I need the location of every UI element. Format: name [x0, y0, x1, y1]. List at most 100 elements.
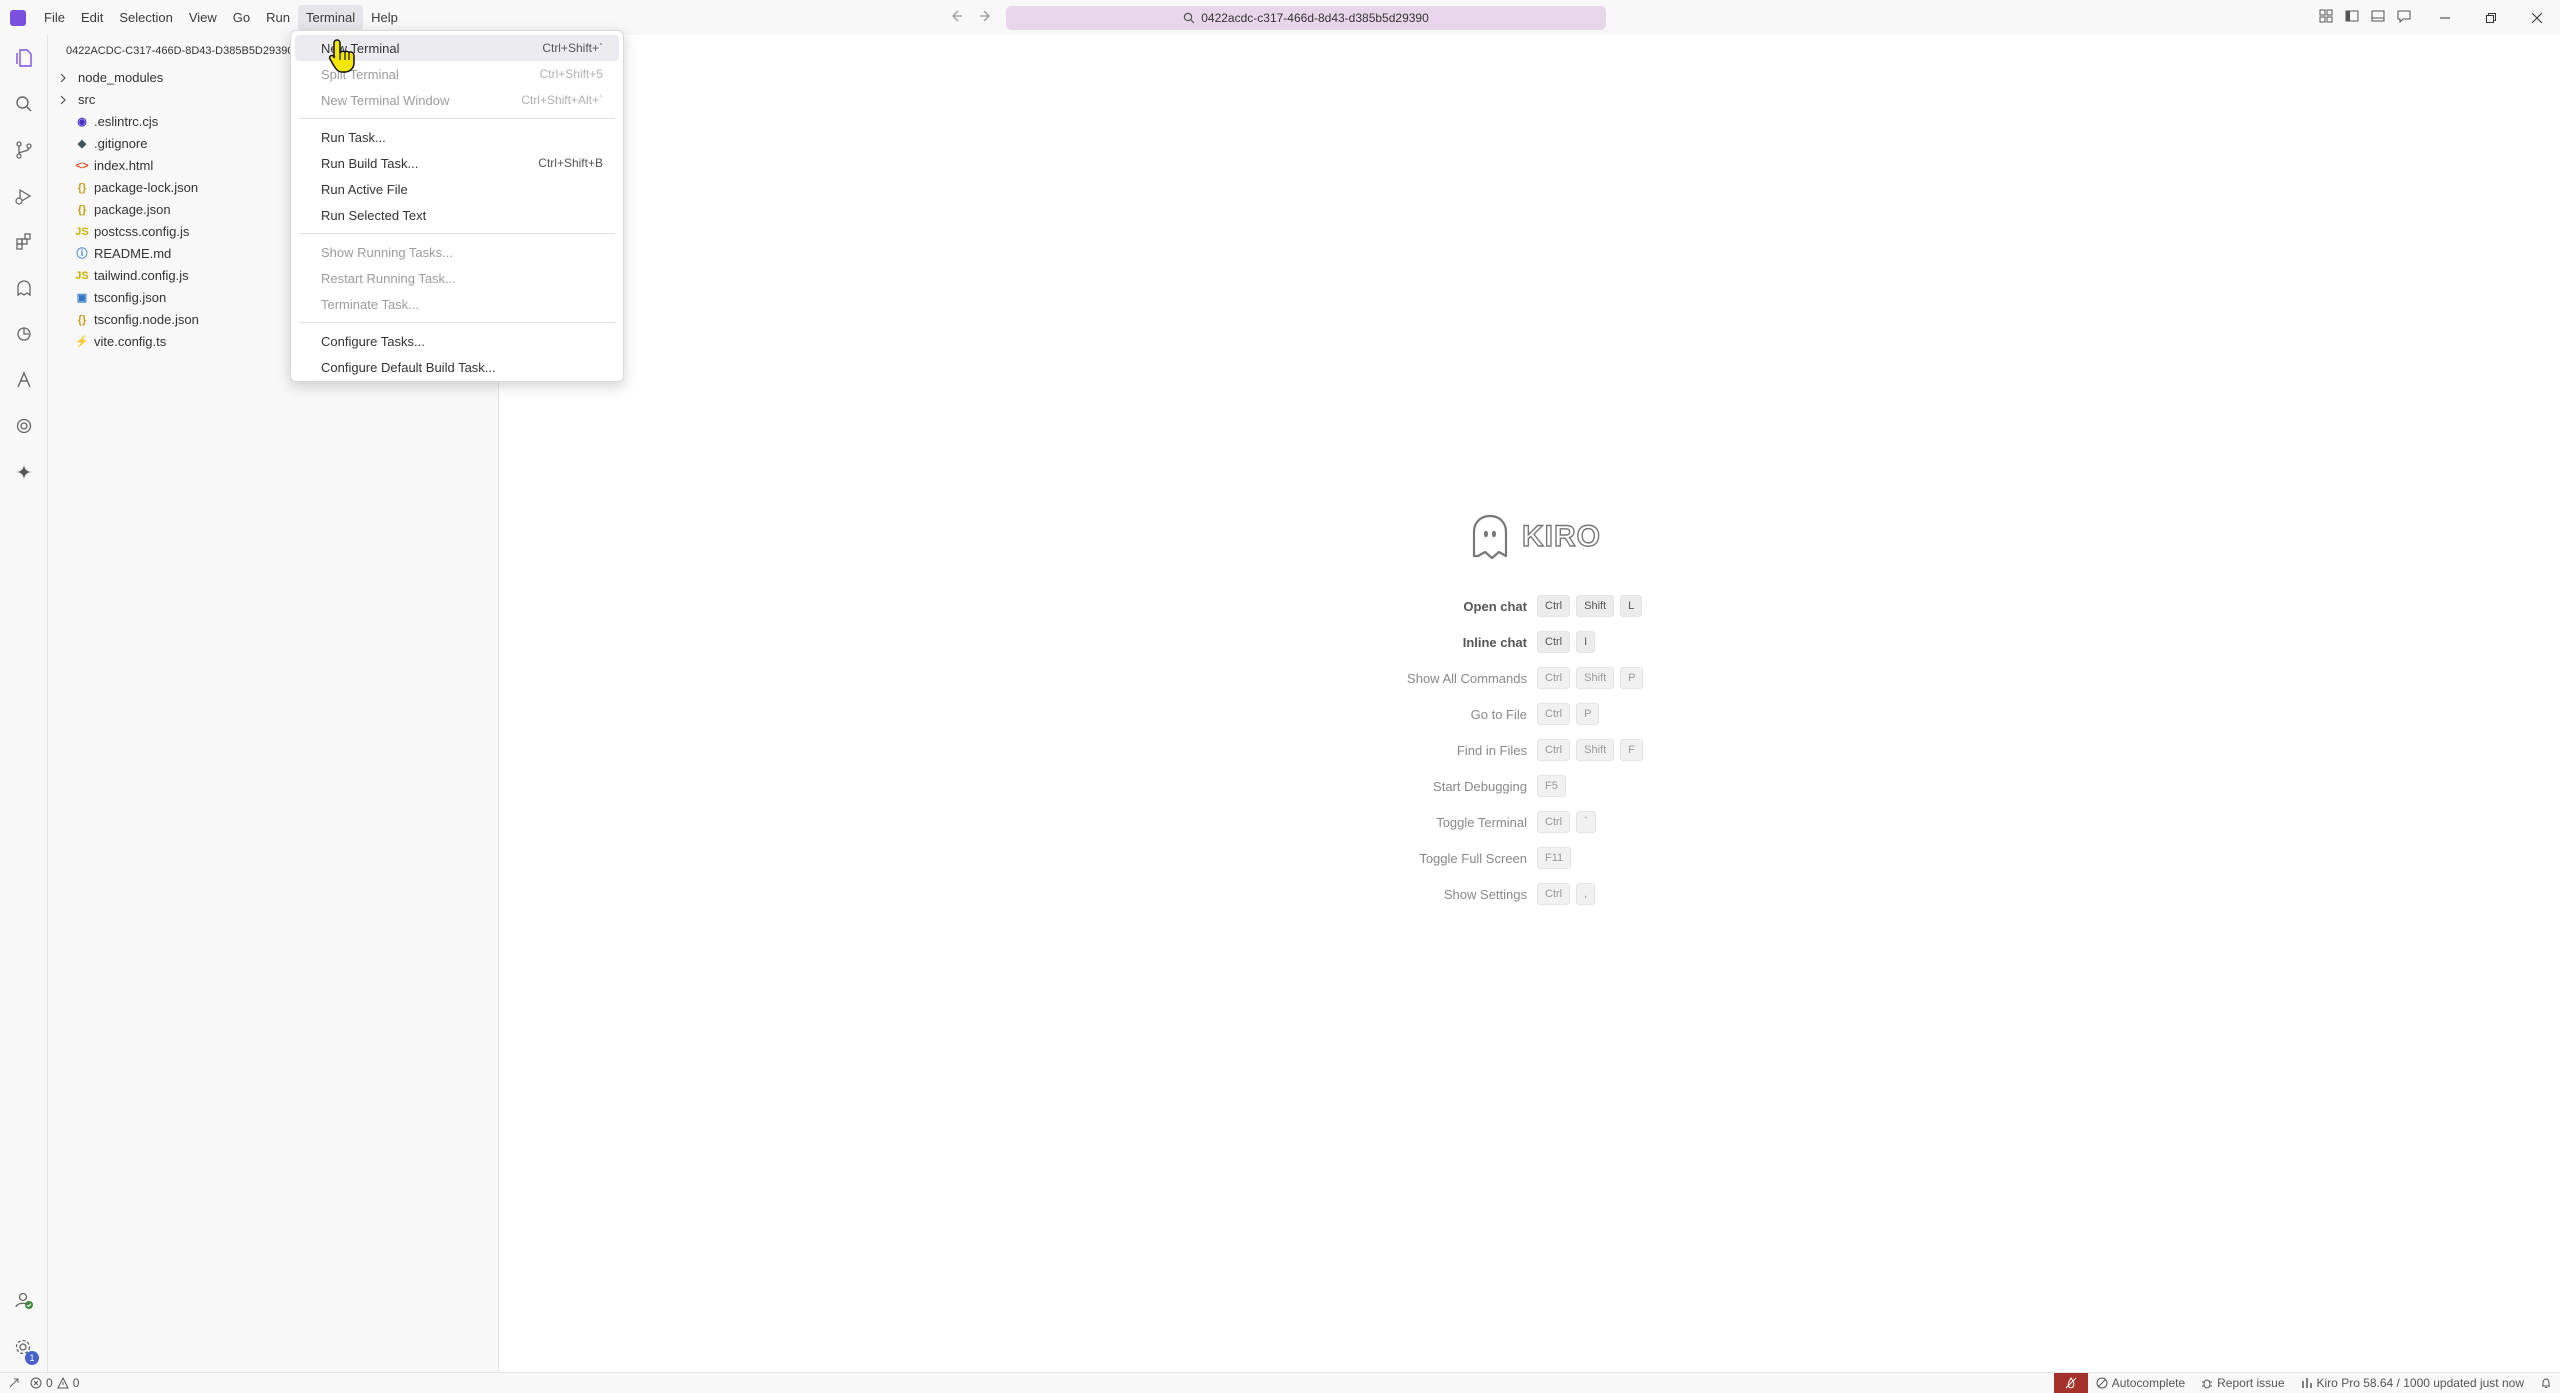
close-icon[interactable]	[2514, 0, 2560, 35]
keycap: P	[1576, 703, 1600, 725]
report-issue-label: Report issue	[2217, 1376, 2285, 1390]
keycap: Ctrl	[1537, 595, 1571, 617]
tree-item-label: tsconfig.json	[94, 290, 167, 305]
menu-item-new-terminal-window: New Terminal Window Ctrl+Shift+Alt+`	[295, 87, 619, 113]
menu-edit[interactable]: Edit	[73, 5, 111, 31]
kiro-wordmark: KIRO	[1521, 519, 1601, 553]
editor-area: KIRO Open chat Ctrl Shift L Inline chat Ctrl I…	[505, 35, 2560, 1372]
toggle-primary-sidebar-icon[interactable]	[2344, 8, 2360, 24]
menu-run[interactable]: Run	[258, 5, 298, 31]
openai-icon[interactable]	[0, 403, 47, 449]
menu-item-label: Run Build Task...	[321, 155, 419, 171]
menu-go[interactable]: Go	[225, 5, 258, 31]
remote-explorer-icon[interactable]	[0, 311, 47, 357]
source-control-icon[interactable]	[0, 127, 47, 173]
search-text: 0422acdc-c317-466d-8d43-d385b5d29390	[1201, 11, 1429, 25]
minimize-icon[interactable]	[2422, 0, 2468, 35]
toggle-panel-icon[interactable]	[2370, 8, 2386, 24]
restore-icon[interactable]	[2468, 0, 2514, 35]
file-type-icon: JS	[75, 270, 89, 282]
problems-indicator[interactable]: 0 0	[28, 1373, 87, 1393]
gemini-sparkle-icon[interactable]	[0, 449, 47, 495]
menu-item-run-active-file[interactable]: Run Active File	[295, 176, 619, 202]
file-type-icon: {}	[77, 314, 87, 326]
keycap: Ctrl	[1537, 811, 1571, 833]
menu-item-label: Run Task...	[321, 129, 386, 145]
shortcut-label: Show Settings	[1443, 886, 1527, 902]
layout-controls	[2318, 8, 2412, 24]
shortcut-label: Go to File	[1470, 706, 1527, 722]
chat-icon[interactable]	[2396, 8, 2412, 24]
error-count: 0	[46, 1376, 53, 1390]
plan-usage[interactable]: Kiro Pro 58.64 / 1000 updated just now	[2293, 1373, 2532, 1393]
menu-terminal[interactable]: Terminal	[298, 4, 364, 31]
autocomplete-label: Autocomplete	[2111, 1376, 2186, 1390]
menu-selection[interactable]: Selection	[111, 5, 180, 31]
back-arrow-icon[interactable]	[948, 8, 964, 24]
autocomplete-status[interactable]: Autocomplete	[2088, 1373, 2193, 1393]
menu-separator	[299, 322, 615, 323]
shortcut-row: Open chat Ctrl Shift L	[505, 594, 2205, 618]
menu-item-run-task[interactable]: Run Task...	[295, 124, 619, 150]
keycap: I	[1576, 631, 1596, 653]
status-flame-indicator[interactable]	[2053, 1373, 2088, 1393]
status-bar: 0 0 Autocomplete Report issue Kiro Pro 5…	[0, 1372, 2560, 1393]
run-debug-icon[interactable]	[0, 173, 47, 219]
aws-icon[interactable]	[0, 357, 47, 403]
tree-item-label: .eslintrc.cjs	[94, 114, 159, 129]
menu-bar: File Edit Selection View Go Run Terminal Help	[36, 4, 406, 31]
file-type-icon: {}	[77, 204, 87, 216]
status-bar-right: Autocomplete Report issue Kiro Pro 58.64…	[2053, 1373, 2560, 1393]
manage-gear-icon[interactable]: 1	[0, 1325, 47, 1371]
file-type-icon: {}	[77, 182, 87, 194]
tree-item-label: index.html	[94, 158, 154, 173]
bug-icon	[2201, 1377, 2213, 1389]
menu-item-configure-default-build-task[interactable]: Configure Default Build Task...	[295, 354, 619, 380]
menu-item-configure-tasks[interactable]: Configure Tasks...	[295, 328, 619, 354]
tree-item-label: .gitignore	[94, 136, 148, 151]
warning-count: 0	[72, 1376, 80, 1390]
menu-item-run-build-task[interactable]: Run Build Task... Ctrl+Shift+B	[295, 150, 619, 176]
shortcut-row: Toggle Terminal Ctrl `	[505, 810, 2205, 834]
menu-help[interactable]: Help	[363, 5, 406, 31]
command-center-search[interactable]: 0422acdc-c317-466d-8d43-d385b5d29390	[1006, 6, 1606, 30]
keycap: Shift	[1576, 739, 1615, 761]
menu-item-label: Configure Default Build Task...	[321, 359, 496, 375]
shortcut-label: Inline chat	[1462, 634, 1527, 650]
keycap: F	[1620, 739, 1643, 761]
search-icon[interactable]	[0, 81, 47, 127]
hand-pointer-cursor	[328, 38, 358, 74]
kiro-ghost-icon[interactable]	[0, 265, 47, 311]
shortcut-row: Show All Commands Ctrl Shift P	[505, 666, 2205, 690]
tree-item-label: postcss.config.js	[94, 224, 190, 239]
accounts-icon[interactable]	[0, 1277, 47, 1323]
menu-item-run-selected-text[interactable]: Run Selected Text	[295, 202, 619, 228]
bell-icon	[2540, 1377, 2552, 1389]
shortcut-label: Open chat	[1463, 598, 1527, 614]
forward-arrow-icon[interactable]	[978, 8, 994, 24]
search-icon	[1183, 12, 1195, 24]
customize-layout-icon[interactable]	[2318, 8, 2334, 24]
navigation-arrows	[948, 8, 994, 24]
keycap: Ctrl	[1537, 703, 1571, 725]
kiro-logo: KIRO	[1468, 512, 1601, 562]
extensions-icon[interactable]	[0, 219, 47, 265]
shortcut-row: Show Settings Ctrl,	[505, 882, 2205, 906]
keycap: L	[1620, 595, 1643, 617]
remote-indicator[interactable]	[0, 1373, 28, 1393]
shortcut-label: Find in Files	[1456, 742, 1527, 758]
file-type-icon: ▣	[76, 292, 88, 304]
explorer-icon[interactable]	[0, 35, 47, 81]
shortcut-label: Toggle Full Screen	[1419, 850, 1527, 866]
menu-item-show-running-tasks: Show Running Tasks...	[295, 239, 619, 265]
notifications-button[interactable]	[2532, 1373, 2560, 1393]
menu-item-restart-running-task: Restart Running Task...	[295, 265, 619, 291]
menu-file[interactable]: File	[36, 5, 73, 31]
chevron-right-icon	[58, 73, 74, 83]
tree-item-label: README.md	[94, 246, 172, 261]
report-issue-button[interactable]: Report issue	[2193, 1373, 2292, 1393]
tree-item-label: package.json	[94, 202, 171, 217]
menu-view[interactable]: View	[181, 5, 225, 31]
no-autocomplete-icon	[2064, 1376, 2078, 1390]
keycap: ,	[1576, 883, 1596, 905]
